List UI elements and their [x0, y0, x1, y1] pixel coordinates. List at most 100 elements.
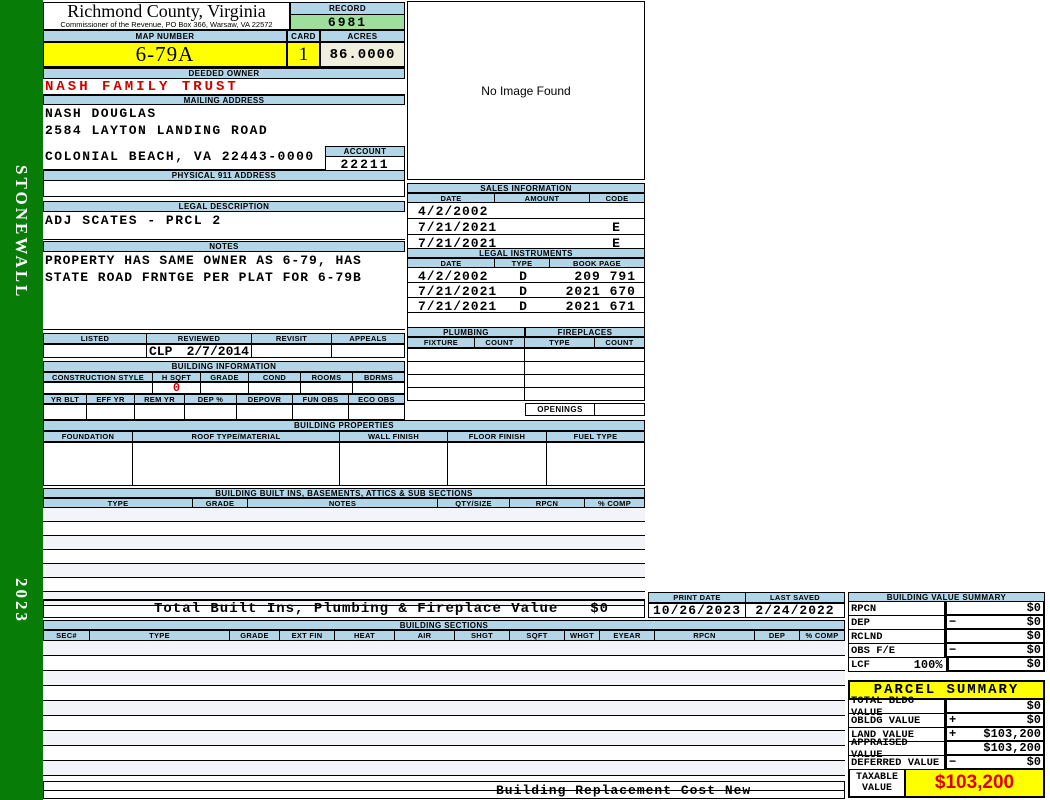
openings-label: OPENINGS — [525, 403, 595, 416]
last-saved-value: 2/24/2022 — [746, 603, 845, 618]
record-header: RECORD — [290, 2, 405, 15]
dates-value-row: 10/26/2023 2/24/2022 — [648, 603, 845, 618]
parcel-row-taxable: TAXABLE VALUE $103,200 — [848, 770, 1045, 798]
reviewed-by: CLP — [149, 343, 173, 359]
table-row — [43, 746, 845, 761]
building-sections-rows — [43, 641, 845, 791]
depovr-header: DEPOVR — [237, 394, 293, 404]
bvs-label: RCLND — [851, 630, 883, 643]
bvs-op: − — [949, 643, 957, 657]
listed-header: LISTED — [43, 333, 147, 344]
inst-date-header: DATE — [407, 258, 495, 268]
construction-style-value — [43, 382, 153, 394]
tax-year: 2023 — [12, 578, 31, 624]
table-row — [43, 564, 645, 578]
review-header-row: LISTED REVIEWED REVISIT APPEALS — [43, 333, 405, 344]
ecoobs-header: ECO OBS — [349, 394, 405, 404]
instruments-header-row: DATE TYPE BOOK PAGE — [407, 258, 645, 268]
table-row: 7/21/2021 D 2021 670 — [407, 283, 645, 299]
listed-value — [43, 344, 147, 358]
parcel-row-total-bldg: TOTAL BLDG VALUE $0 — [848, 695, 1045, 719]
table-row — [43, 536, 645, 550]
commissioner-address: Commissioner of the Revenue, PO Box 366,… — [60, 20, 273, 29]
plumbing-fireplaces-header-row: FIXTURE COUNT TYPE COUNT — [407, 337, 645, 348]
no-image-text: No Image Found — [481, 83, 571, 98]
inst-bookpage: 2021 670 — [565, 284, 636, 299]
built-ins-total-value: $0 — [590, 601, 609, 617]
sec-heat-header: HEAT — [335, 630, 395, 641]
appeals-header: APPEALS — [332, 333, 405, 344]
bvs-row-rpcn: RPCN $0 — [848, 601, 1045, 616]
legal-description-text: ADJ SCATES - PRCL 2 — [45, 213, 222, 228]
bvs-lcf-percent: 100% — [913, 657, 943, 672]
sec-extfin-header: EXT FIN — [280, 630, 335, 641]
inst-type: D — [519, 284, 528, 299]
building-info-value-row-1: 0 — [43, 381, 405, 395]
legal-description-box: ADJ SCATES - PRCL 2 — [43, 212, 405, 240]
bvs-label: LCF — [851, 658, 870, 671]
bdrms-header: BDRMS — [353, 372, 405, 382]
bvs-label: RPCN — [851, 602, 877, 615]
dates-header-row: PRINT DATE LAST SAVED — [648, 592, 845, 603]
table-row: 7/21/2021 D 2021 671 — [407, 298, 645, 314]
building-properties-header-row: FOUNDATION ROOF TYPE/MATERIAL WALL FINIS… — [43, 431, 645, 442]
table-row: 7/21/2021 E — [407, 219, 645, 235]
plumbing-fireplaces-rows — [407, 348, 645, 401]
acres-header: ACRES — [320, 30, 405, 42]
bvs-op: − — [949, 615, 957, 629]
grade-value — [201, 382, 249, 394]
wall-finish-header: WALL FINISH — [340, 431, 448, 442]
district-name: STONEWALL — [12, 165, 31, 300]
bvs-row-lcf: LCF 100% $0 — [848, 657, 1045, 672]
sales-code-header: CODE — [590, 193, 645, 203]
table-row — [43, 578, 645, 592]
mailing-address-header: MAILING ADDRESS — [43, 95, 405, 105]
last-saved-header: LAST SAVED — [746, 592, 845, 603]
district-sidebar: STONEWALL 2023 — [0, 0, 43, 800]
inst-bookpage: 209 791 — [574, 269, 636, 284]
legal-description-header: LEGAL DESCRIPTION — [43, 201, 405, 212]
notes-line-1: PROPERTY HAS SAME OWNER AS 6-79, HAS — [45, 253, 362, 268]
property-photo-placeholder: No Image Found — [407, 1, 645, 180]
bi-qty-header: QTY/SIZE — [438, 498, 510, 508]
built-ins-total-row: Total Built Ins, Plumbing & Fireplace Va… — [43, 599, 645, 618]
funobs-header: FUN OBS — [293, 394, 349, 404]
replacement-cost-label: Building Replacement Cost New — [496, 782, 752, 798]
sec-grade-header: GRADE — [230, 630, 280, 641]
sales-date-header: DATE — [407, 193, 495, 203]
sec-num-header: SEC# — [43, 630, 90, 641]
appeals-value — [332, 344, 405, 358]
table-row — [43, 716, 845, 731]
sec-eyear-header: EYEAR — [600, 630, 655, 641]
fixture-header: FIXTURE — [407, 337, 475, 348]
reviewed-header: REVIEWED — [147, 333, 252, 344]
plumbing-count-header: COUNT — [475, 337, 525, 348]
parcel-label: DEFERRED VALUE — [851, 756, 940, 769]
sale-code: E — [612, 220, 621, 235]
physical-address-header: PHYSICAL 911 ADDRESS — [43, 170, 405, 181]
table-row — [43, 656, 845, 671]
building-info-value-row-2 — [43, 404, 405, 420]
table-row — [43, 508, 645, 522]
table-row — [407, 348, 645, 362]
reviewed-date: 2/7/2014 — [186, 343, 249, 359]
mailing-line-1: NASH DOUGLAS — [45, 106, 157, 121]
notes-header: NOTES — [43, 241, 405, 252]
deeded-owner-name: NASH FAMILY TRUST — [43, 79, 405, 95]
remyr-header: REM YR — [135, 394, 185, 404]
built-ins-total-label: Total Built Ins, Plumbing & Fireplace Va… — [154, 601, 559, 617]
table-row — [43, 686, 845, 701]
sec-dep-header: DEP — [755, 630, 800, 641]
revisit-header: REVISIT — [252, 333, 332, 344]
card-value: 1 — [287, 42, 320, 68]
parcel-row-obldg: OBLDG VALUE + $0 — [848, 713, 1045, 728]
inst-bookpage-header: BOOK PAGE — [550, 258, 645, 268]
card-header: CARD — [287, 30, 320, 42]
hsqft-value: 0 — [153, 381, 201, 395]
parcel-value: $103,200 — [983, 727, 1041, 741]
foundation-header: FOUNDATION — [43, 431, 133, 442]
construction-style-header: CONSTRUCTION STYLE — [43, 372, 153, 382]
plumbing-header: PLUMBING — [407, 327, 525, 337]
physical-address-value — [43, 181, 405, 197]
openings-row: OPENINGS — [525, 403, 645, 416]
